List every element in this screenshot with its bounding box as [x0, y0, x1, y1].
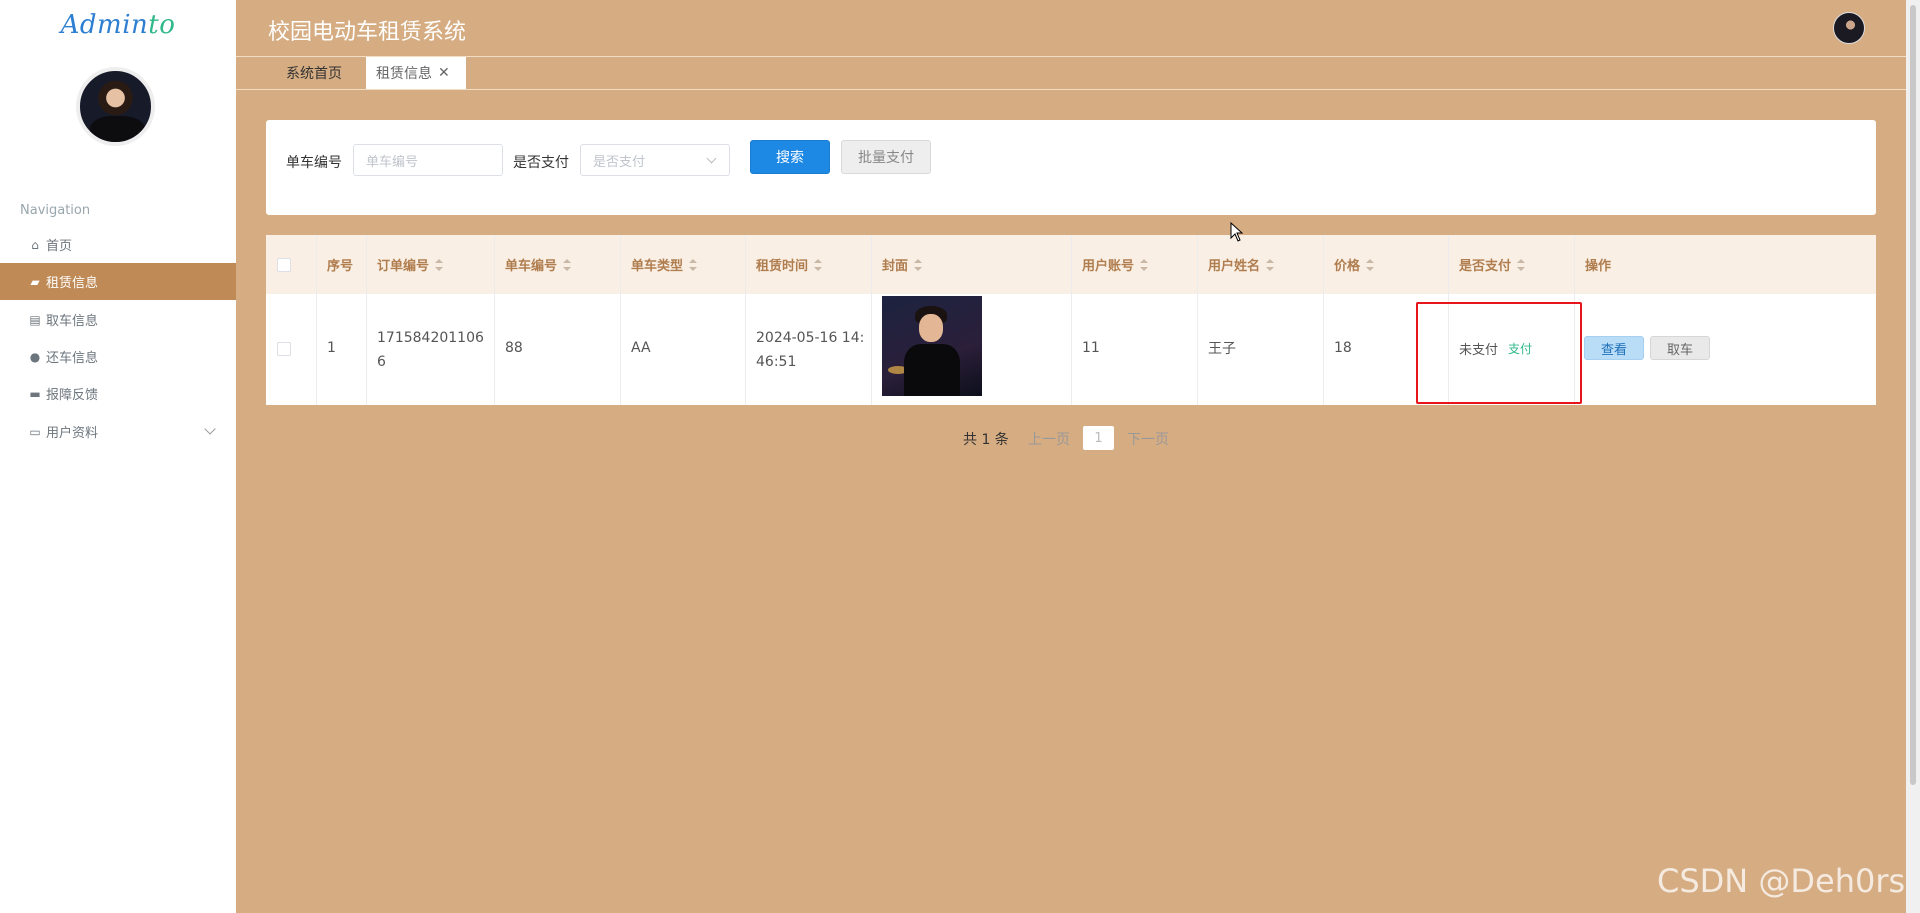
briefcase-icon: ▰ [30, 274, 40, 289]
bike-no-input[interactable]: 单车编号 [353, 144, 503, 176]
row-checkbox[interactable] [277, 342, 291, 356]
sidebar-avatar [76, 67, 155, 146]
col-index: 序号 [327, 259, 354, 274]
next-page-button[interactable]: 下一页 [1127, 427, 1169, 451]
sidebar-item-label: 租赁信息 [46, 276, 99, 291]
close-icon[interactable]: ✕ [438, 65, 450, 81]
cell-index: 1 [327, 340, 336, 356]
search-panel: 单车编号 单车编号 是否支付 是否支付 搜索 批量支付 [266, 120, 1876, 215]
id-card-icon: ▭ [29, 424, 41, 439]
sidebar: Adminto Navigation ⌂ 首页 ▰ 租赁信息 ▤ 取车信息 ● … [0, 0, 236, 913]
col-paid[interactable]: 是否支付 [1459, 235, 1526, 294]
prev-page-button[interactable]: 上一页 [1028, 427, 1070, 451]
sidebar-item-pickup-info[interactable]: ▤ 取车信息 [0, 301, 236, 338]
view-button[interactable]: 查看 [1584, 336, 1644, 360]
highlight-box [1416, 302, 1582, 404]
cell-user-name: 王子 [1208, 341, 1236, 357]
sort-icon[interactable] [1140, 258, 1149, 271]
col-bike-no[interactable]: 单车编号 [505, 235, 572, 294]
sort-icon[interactable] [435, 258, 444, 271]
watermark: CSDN @Deh0rs [1657, 862, 1906, 900]
sort-icon[interactable] [689, 258, 698, 271]
sort-icon[interactable] [1266, 258, 1275, 271]
bike-no-label: 单车编号 [286, 155, 342, 171]
sidebar-item-label: 还车信息 [46, 351, 99, 366]
chevron-down-icon [204, 423, 216, 435]
col-actions: 操作 [1585, 259, 1612, 274]
col-rent-time[interactable]: 租赁时间 [756, 235, 823, 294]
cover-image[interactable] [882, 296, 982, 396]
chevron-down-icon [706, 153, 717, 164]
user-avatar[interactable] [1833, 12, 1865, 44]
app-title: 校园电动车租赁系统 [268, 20, 467, 45]
pickup-button[interactable]: 取车 [1650, 336, 1710, 360]
sort-icon[interactable] [814, 258, 823, 271]
cell-bike-type: AA [631, 340, 651, 356]
page-number[interactable]: 1 [1083, 426, 1114, 450]
sidebar-item-user-profile[interactable]: ▭ 用户资料 [0, 413, 236, 450]
scrollbar-thumb[interactable] [1910, 5, 1916, 785]
tab-system-home[interactable]: 系统首页 [286, 57, 342, 89]
sort-icon[interactable] [1366, 258, 1375, 271]
sidebar-item-rental-info[interactable]: ▰ 租赁信息 [0, 263, 236, 300]
cell-rent-time: 2024-05-16 14: 46:51 [756, 330, 865, 370]
sidebar-item-return-info[interactable]: ● 还车信息 [0, 338, 236, 375]
search-button[interactable]: 搜索 [750, 140, 830, 174]
sidebar-item-label: 报障反馈 [46, 388, 99, 403]
top-header: 校园电动车租赁系统 [236, 0, 1906, 56]
tab-bar: 系统首页 租赁信息 ✕ [236, 57, 1906, 89]
sidebar-item-fault-report[interactable]: ▬ 报障反馈 [0, 375, 236, 412]
cell-order-no: 171584201106 6 [377, 330, 484, 370]
app-logo[interactable]: Adminto [0, 10, 236, 40]
sidebar-item-home[interactable]: ⌂ 首页 [0, 226, 236, 263]
sidebar-item-label: 取车信息 [46, 314, 99, 329]
tab-rental-info[interactable]: 租赁信息 ✕ [366, 57, 466, 89]
col-cover[interactable]: 封面 [882, 235, 923, 294]
select-all-checkbox[interactable] [277, 258, 291, 272]
sort-icon[interactable] [563, 258, 572, 271]
col-bike-type[interactable]: 单车类型 [631, 235, 698, 294]
sort-icon[interactable] [914, 258, 923, 271]
rental-table: 序号 订单编号 单车编号 单车类型 租赁时间 封面 用户账号 用户姓名 价格 是… [266, 235, 1876, 405]
col-user-name[interactable]: 用户姓名 [1208, 235, 1275, 294]
cell-bike-no: 88 [505, 340, 523, 356]
cell-price: 18 [1334, 340, 1352, 356]
nav-title: Navigation [20, 203, 91, 218]
tabs-divider [236, 89, 1906, 90]
sort-icon[interactable] [1517, 258, 1526, 271]
sidebar-item-label: 用户资料 [46, 426, 99, 441]
cell-user-account: 11 [1082, 340, 1100, 356]
mouse-cursor-icon [1230, 222, 1244, 242]
col-order-no[interactable]: 订单编号 [377, 235, 444, 294]
clipboard-icon: ▤ [29, 312, 41, 327]
home-icon: ⌂ [31, 237, 39, 252]
sidebar-item-label: 首页 [46, 239, 73, 254]
pagination-total: 共 1 条 [963, 432, 1009, 448]
paid-label: 是否支付 [513, 155, 569, 171]
col-user-account[interactable]: 用户账号 [1082, 235, 1149, 294]
monitor-icon: ▬ [29, 386, 41, 401]
col-price[interactable]: 价格 [1334, 235, 1375, 294]
paid-select[interactable]: 是否支付 [580, 144, 730, 176]
batch-pay-button[interactable]: 批量支付 [841, 140, 931, 174]
location-pin-icon: ● [29, 349, 41, 364]
